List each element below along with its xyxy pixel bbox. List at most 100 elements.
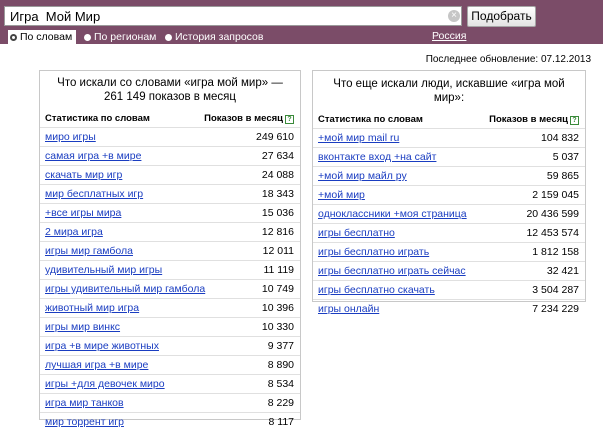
table-row: мир бесплатных игр 18 343 [40, 184, 300, 203]
keyword-link[interactable]: игры удивительный мир гамбола [45, 283, 205, 295]
impressions-count: 10 330 [261, 321, 294, 333]
column-count-label: Показов в месяц [204, 113, 283, 124]
column-keyword: Статистика по словам [45, 113, 150, 124]
column-count: Показов в месяц? [489, 114, 579, 125]
column-count-label: Показов в месяц [489, 114, 568, 125]
keyword-link[interactable]: +мой мир майл ру [318, 170, 407, 182]
impressions-count: 8 229 [267, 397, 294, 409]
last-updated: Последнее обновление: 07.12.2013 [425, 54, 591, 65]
radio-icon [84, 34, 91, 41]
table-row: +мой мир 2 159 045 [313, 185, 585, 204]
impressions-count: 8 117 [268, 416, 295, 428]
impressions-count: 104 832 [541, 132, 579, 144]
table-row: игры бесплатно играть сейчас 32 421 [313, 261, 585, 280]
impressions-count: 8 534 [267, 378, 294, 390]
panel-title: Что искали со словами «игра мой мир» — 2… [57, 77, 283, 103]
keyword-link[interactable]: миро игры [45, 131, 96, 143]
keyword-link[interactable]: +мой мир mail ru [318, 132, 399, 144]
table-row: животный мир игра 10 396 [40, 298, 300, 317]
impressions-count: 10 396 [261, 302, 294, 314]
table-row: лучшая игра +в мире 8 890 [40, 355, 300, 374]
keyword-link[interactable]: игры бесплатно [318, 227, 395, 239]
table-row: игра +в мире животных 9 377 [40, 336, 300, 355]
keyword-link[interactable]: +мой мир [318, 189, 365, 201]
table-row: игры бесплатно 12 453 574 [313, 223, 585, 242]
radio-icon [165, 34, 172, 41]
words-panel: Что искали со словами «игра мой мир» — 2… [39, 70, 301, 428]
keyword-link[interactable]: игры бесплатно играть [318, 246, 429, 258]
table-row: +все игры мира 15 036 [40, 203, 300, 222]
table-row: игры +для девочек миро 8 534 [40, 374, 300, 393]
impressions-count: 24 088 [261, 169, 294, 181]
table-header: Статистика по словам Показов в месяц? [40, 113, 300, 127]
impressions-count: 12 816 [261, 226, 294, 238]
table-row: игры удивительный мир гамбола 10 749 [40, 279, 300, 298]
impressions-count: 2 159 045 [532, 189, 579, 201]
keyword-link[interactable]: мир торрент игр [45, 416, 124, 428]
table-row: игры мир винкс 10 330 [40, 317, 300, 336]
keyword-link[interactable]: игры +для девочек миро [45, 378, 165, 390]
impressions-count: 10 749 [261, 283, 294, 295]
keyword-link[interactable]: вконтакте вход +на сайт [318, 151, 436, 163]
table-row: игры бесплатно скачать 3 504 287 [313, 280, 585, 299]
keyword-link[interactable]: лучшая игра +в мире [45, 359, 148, 371]
keyword-link[interactable]: игры бесплатно играть сейчас [318, 265, 466, 277]
table-row: +мой мир mail ru 104 832 [313, 128, 585, 147]
mode-history[interactable]: История запросов [163, 30, 267, 44]
submit-button[interactable]: Подобрать [467, 6, 536, 27]
column-keyword: Статистика по словам [318, 114, 423, 125]
impressions-count: 18 343 [261, 188, 294, 200]
keyword-link[interactable]: игры онлайн [318, 303, 379, 315]
keyword-link[interactable]: игры мир гамбола [45, 245, 133, 257]
mode-selector: По словам По регионам История запросов Р… [0, 30, 603, 44]
keyword-link[interactable]: самая игра +в мире [45, 150, 141, 162]
keyword-link[interactable]: игра мир танков [45, 397, 124, 409]
impressions-count: 8 890 [267, 359, 294, 371]
keyword-link[interactable]: игры бесплатно скачать [318, 284, 435, 296]
table-row: игры онлайн 7 234 229 [313, 299, 585, 318]
table-row: 2 мира игра 12 816 [40, 222, 300, 241]
impressions-count: 27 634 [261, 150, 294, 162]
column-count: Показов в месяц? [204, 113, 294, 124]
table-row: самая игра +в мире 27 634 [40, 146, 300, 165]
keyword-link[interactable]: 2 мира игра [45, 226, 103, 238]
impressions-count: 7 234 229 [532, 303, 579, 315]
keyword-link[interactable]: одноклассники +моя страница [318, 208, 467, 220]
table-header: Статистика по словам Показов в месяц? [313, 114, 585, 128]
keyword-link[interactable]: мир бесплатных игр [45, 188, 143, 200]
keyword-link[interactable]: +все игры мира [45, 207, 121, 219]
region-link[interactable]: Россия [432, 30, 466, 42]
impressions-count: 12 453 574 [526, 227, 579, 239]
panel-title: Что еще искали люди, искавшие «игра мой … [333, 78, 565, 104]
impressions-count: 249 610 [256, 131, 294, 143]
words-table: миро игры 249 610 самая игра +в мире 27 634… [40, 127, 300, 431]
keyword-link[interactable]: игра +в мире животных [45, 340, 159, 352]
table-row: одноклассники +моя страница 20 436 599 [313, 204, 585, 223]
help-icon[interactable]: ? [570, 116, 579, 125]
impressions-count: 20 436 599 [526, 208, 579, 220]
mode-by-words[interactable]: По словам [8, 30, 77, 44]
mode-label: По словам [20, 31, 73, 43]
impressions-count: 3 504 287 [532, 284, 579, 296]
table-row: игра мир танков 8 229 [40, 393, 300, 412]
impressions-count: 15 036 [261, 207, 294, 219]
impressions-count: 32 421 [546, 265, 579, 277]
clear-icon[interactable]: × [448, 10, 460, 22]
keyword-link[interactable]: удивительный мир игры [45, 264, 162, 276]
impressions-count: 5 037 [552, 151, 579, 163]
table-row: игры бесплатно играть 1 812 158 [313, 242, 585, 261]
impressions-count: 11 119 [263, 264, 294, 276]
impressions-count: 1 812 158 [532, 246, 579, 258]
keyword-link[interactable]: скачать мир игр [45, 169, 122, 181]
table-row: удивительный мир игры 11 119 [40, 260, 300, 279]
search-input[interactable] [4, 6, 462, 26]
keyword-link[interactable]: игры мир винкс [45, 321, 120, 333]
keyword-link[interactable]: животный мир игра [45, 302, 139, 314]
impressions-count: 59 865 [546, 170, 579, 182]
mode-label: По регионам [94, 31, 157, 43]
mode-by-regions[interactable]: По регионам [82, 30, 160, 44]
mode-label: История запросов [175, 31, 264, 43]
impressions-count: 12 011 [262, 245, 294, 257]
help-icon[interactable]: ? [285, 115, 294, 124]
table-row: скачать мир игр 24 088 [40, 165, 300, 184]
